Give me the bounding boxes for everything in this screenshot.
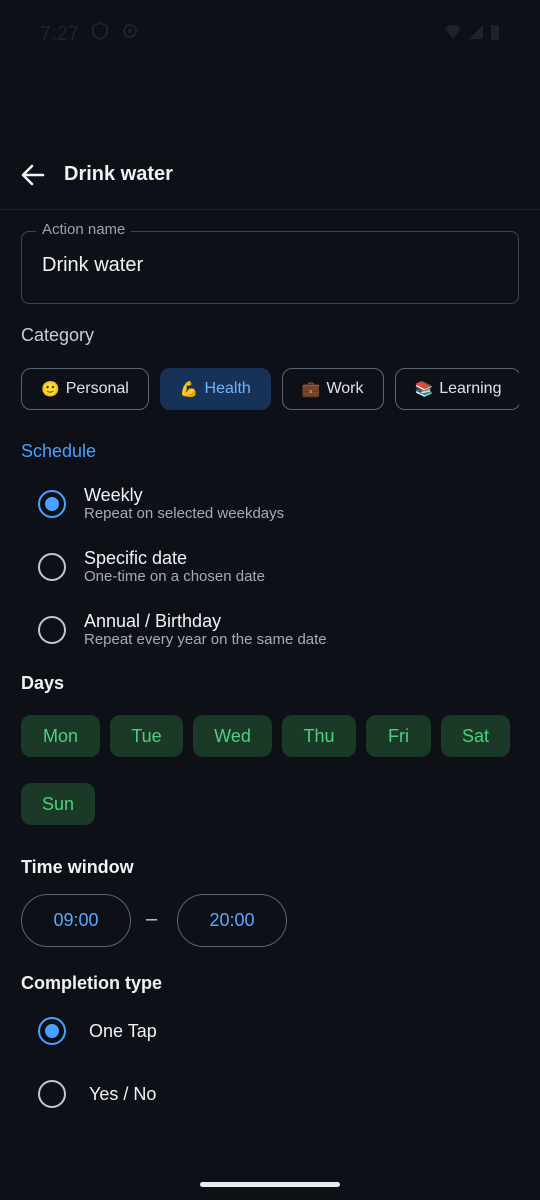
day-chip-sat[interactable]: Sat	[441, 715, 510, 757]
books-emoji-icon: 📚	[414, 381, 434, 398]
category-chip-personal[interactable]: 🙂 Personal	[21, 368, 149, 410]
option-subtitle: Repeat every year on the same date	[84, 631, 327, 648]
category-chip-label: Learning	[439, 380, 502, 397]
completion-type-label: Completion type	[21, 973, 163, 993]
time-separator: –	[146, 908, 158, 930]
category-chip-label: Work	[326, 380, 364, 397]
schedule-option-specific-date[interactable]: Specific date One-time on a chosen date	[38, 548, 265, 586]
category-chip-learning[interactable]: 📚 Learning	[394, 368, 519, 410]
page-title: Drink water	[64, 163, 173, 185]
shield-icon	[91, 21, 109, 46]
option-label: One Tap	[89, 1020, 157, 1041]
status-time: 7:27	[40, 22, 79, 45]
wifi-icon	[444, 24, 462, 45]
schedule-label: Schedule	[21, 441, 97, 461]
home-indicator[interactable]	[200, 1182, 340, 1187]
signal-icon	[468, 24, 484, 45]
day-chip-mon[interactable]: Mon	[21, 715, 100, 757]
flexed-biceps-emoji-icon: 💪	[179, 381, 199, 398]
category-chip-row[interactable]: 🙂 Personal 💪 Health 💼 Work 📚 Learning	[21, 368, 519, 410]
status-bar: 7:27	[0, 0, 540, 68]
status-left: 7:27	[40, 21, 139, 46]
smile-emoji-icon: 🙂	[41, 381, 60, 398]
end-time-button[interactable]: 20:00	[177, 894, 287, 947]
option-title: Weekly	[84, 485, 143, 505]
day-chip-tue[interactable]: Tue	[110, 715, 183, 757]
option-title: Annual / Birthday	[84, 611, 222, 631]
day-chip-thu[interactable]: Thu	[282, 715, 356, 757]
category-chip-label: Personal	[65, 380, 129, 397]
radio-button-selected[interactable]	[38, 1017, 66, 1045]
radio-button[interactable]	[38, 553, 66, 581]
days-label: Days	[21, 673, 65, 693]
radio-button-selected[interactable]	[38, 490, 66, 518]
option-subtitle: One-time on a chosen date	[84, 568, 265, 585]
back-arrow-icon[interactable]	[20, 162, 46, 188]
option-title: Specific date	[84, 548, 188, 568]
option-subtitle: Repeat on selected weekdays	[84, 505, 285, 522]
briefcase-emoji-icon: 💼	[301, 381, 321, 398]
category-chip-health[interactable]: 💪 Health	[159, 368, 271, 410]
status-right	[444, 23, 500, 46]
radio-button[interactable]	[38, 1080, 66, 1108]
settings-icon	[121, 22, 139, 46]
day-chip-fri[interactable]: Fri	[366, 715, 431, 757]
category-chip-work[interactable]: 💼 Work	[281, 368, 384, 410]
option-label: Yes / No	[89, 1083, 157, 1104]
action-name-input[interactable]	[42, 254, 482, 277]
schedule-option-annual[interactable]: Annual / Birthday Repeat every year on t…	[38, 611, 327, 649]
start-time-button[interactable]: 09:00	[21, 894, 131, 947]
day-chip-wed[interactable]: Wed	[193, 715, 272, 757]
schedule-option-weekly[interactable]: Weekly Repeat on selected weekdays	[38, 485, 284, 523]
completion-option-one-tap[interactable]: One Tap	[38, 1017, 157, 1045]
category-label: Category	[21, 325, 95, 345]
battery-icon	[490, 23, 500, 46]
completion-option-yes-no[interactable]: Yes / No	[38, 1080, 156, 1108]
app-bar: Drink water	[0, 140, 540, 210]
radio-button[interactable]	[38, 616, 66, 644]
category-chip-label: Health	[204, 380, 251, 397]
action-name-field[interactable]: Action name	[21, 221, 519, 304]
day-chip-sun[interactable]: Sun	[21, 783, 95, 825]
time-window-label: Time window	[21, 857, 134, 877]
action-name-label: Action name	[36, 221, 132, 238]
